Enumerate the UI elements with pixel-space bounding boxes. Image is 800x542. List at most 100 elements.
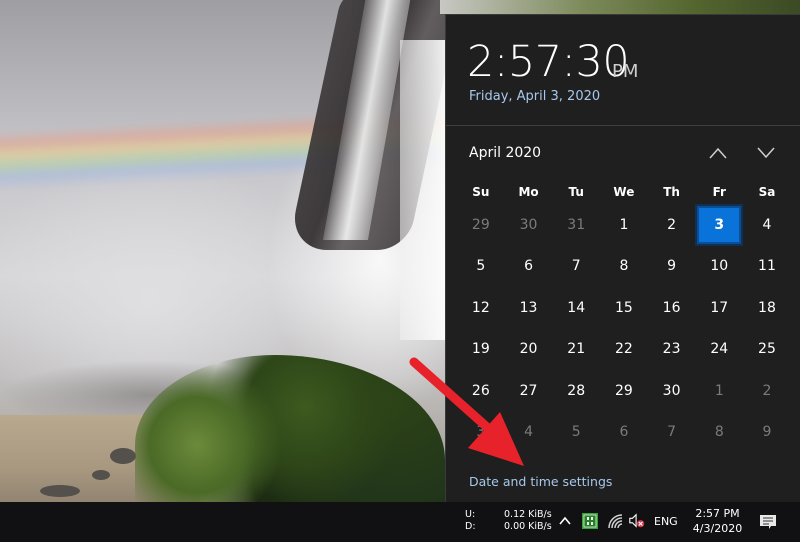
download-label: D:: [465, 521, 476, 532]
calendar-day-number: 11: [758, 258, 776, 275]
calendar-day[interactable]: 15: [600, 287, 648, 329]
download-speed: 0.00 KiB/s: [504, 521, 552, 532]
calendar-day-number: 5: [571, 424, 581, 441]
show-hidden-icons-chevron-icon[interactable]: [558, 514, 572, 528]
calendar-day[interactable]: 29: [457, 204, 505, 246]
date-time-settings-link[interactable]: Date and time settings: [469, 474, 612, 489]
calendar-day[interactable]: 2: [648, 204, 696, 246]
action-center-icon[interactable]: [759, 514, 777, 530]
calendar-day-number: 15: [614, 299, 633, 316]
calendar-day[interactable]: 16: [648, 287, 696, 329]
calendar-day-number: 4: [762, 216, 772, 233]
wallpaper-foliage-top: [440, 0, 800, 14]
calendar-day-number: 25: [758, 341, 776, 358]
upload-speed: 0.12 KiB/s: [504, 509, 552, 520]
calendar-day-number: 3: [695, 203, 744, 246]
calendar-day[interactable]: 30: [505, 204, 553, 246]
calendar-day[interactable]: 24: [695, 329, 743, 371]
calendar-day[interactable]: 10: [695, 246, 743, 288]
calendar-day-number: 3: [476, 424, 486, 441]
weekday-header: Mo: [518, 185, 539, 199]
weekday-header: Fr: [712, 185, 726, 199]
clock-long-date[interactable]: Friday, April 3, 2020: [469, 89, 600, 104]
calendar-day-number: 5: [476, 258, 486, 275]
calendar-day[interactable]: 11: [743, 246, 791, 288]
calendar-day[interactable]: 7: [552, 246, 600, 288]
calendar-day[interactable]: 27: [505, 370, 553, 412]
calendar-day-number: 6: [524, 258, 533, 275]
calendar-header: April 2020: [446, 139, 800, 167]
calendar-day[interactable]: 1: [600, 204, 648, 246]
clock-time: 2:57:30: [467, 37, 630, 87]
chevron-up-icon: [709, 147, 727, 159]
calendar-day-number: 9: [667, 258, 677, 275]
calendar-day-number: 2: [667, 216, 677, 233]
calendar-day[interactable]: 29: [600, 370, 648, 412]
input-language-indicator[interactable]: ENG: [654, 515, 678, 528]
calendar-day[interactable]: 22: [600, 329, 648, 371]
calendar-day[interactable]: 9: [743, 412, 791, 454]
wallpaper-waterfall-mist: [400, 40, 450, 340]
calendar-grid: Su Mo Tu We Th Fr Sa 29 30 31 1 2 3 4 5 6 7 8 9 10 11 12 13 14 1…: [457, 180, 791, 453]
green-app-icon[interactable]: [581, 512, 599, 530]
calendar-day[interactable]: 3: [457, 412, 505, 454]
calendar-day[interactable]: 25: [743, 329, 791, 371]
calendar-day-number: 26: [471, 382, 490, 399]
wallpaper-rock: [92, 470, 110, 480]
calendar-day-number: 16: [662, 299, 681, 316]
weekday-header: Su: [472, 185, 490, 199]
calendar-day[interactable]: 1: [695, 370, 743, 412]
calendar-day-number: 30: [519, 216, 538, 233]
calendar-day[interactable]: 17: [695, 287, 743, 329]
calendar-day[interactable]: 6: [505, 246, 553, 288]
calendar-day[interactable]: 20: [505, 329, 553, 371]
calendar-day[interactable]: 23: [648, 329, 696, 371]
calendar-day[interactable]: 6: [600, 412, 648, 454]
calendar-day[interactable]: 5: [457, 246, 505, 288]
calendar-day[interactable]: 31: [552, 204, 600, 246]
calendar-day-number: 28: [567, 382, 586, 399]
calendar-day-number: 22: [614, 341, 633, 358]
calendar-day[interactable]: 13: [505, 287, 553, 329]
calendar-day[interactable]: 18: [743, 287, 791, 329]
calendar-day-number: 8: [714, 424, 724, 441]
wifi-icon[interactable]: [606, 512, 624, 530]
calendar-day[interactable]: 7: [648, 412, 696, 454]
upload-label: U:: [465, 509, 476, 520]
calendar-day[interactable]: 8: [600, 246, 648, 288]
next-month-button[interactable]: [750, 139, 782, 167]
calendar-day[interactable]: 2: [743, 370, 791, 412]
previous-month-button[interactable]: [702, 139, 734, 167]
calendar-day-today[interactable]: 3: [695, 203, 744, 246]
speaker-muted-icon[interactable]: [628, 512, 646, 530]
weekday-header: Sa: [758, 185, 776, 199]
calendar-day-number: 10: [710, 258, 729, 275]
calendar-day[interactable]: 14: [552, 287, 600, 329]
calendar-day-number: 23: [662, 341, 681, 358]
calendar-day-number: 20: [519, 341, 538, 358]
calendar-day-number: 24: [710, 341, 729, 358]
calendar-day[interactable]: 5: [552, 412, 600, 454]
calendar-day-number: 30: [662, 382, 681, 399]
calendar-day-number: 21: [567, 341, 586, 358]
calendar-day[interactable]: 4: [743, 204, 791, 246]
calendar-day[interactable]: 28: [552, 370, 600, 412]
calendar-day-number: 7: [667, 424, 677, 441]
calendar-day[interactable]: 26: [457, 370, 505, 412]
calendar-day-number: 8: [619, 258, 629, 275]
calendar-day[interactable]: 8: [695, 412, 743, 454]
calendar-day[interactable]: 19: [457, 329, 505, 371]
clock-header: 2:57:30 PM Friday, April 3, 2020: [446, 15, 800, 125]
network-speed-values[interactable]: 0.12 KiB/s 0.00 KiB/s: [504, 509, 552, 533]
calendar-day[interactable]: 4: [505, 412, 553, 454]
calendar-month-label[interactable]: April 2020: [469, 145, 541, 161]
calendar-day[interactable]: 9: [648, 246, 696, 288]
calendar-day-number: 9: [762, 424, 772, 441]
calendar-day-number: 19: [471, 341, 490, 358]
divider: [446, 125, 800, 126]
calendar-day[interactable]: 21: [552, 329, 600, 371]
calendar-day[interactable]: 30: [648, 370, 696, 412]
wallpaper-rock: [40, 485, 80, 497]
taskbar-clock[interactable]: 2:57 PM 4/3/2020: [690, 506, 745, 536]
calendar-day[interactable]: 12: [457, 287, 505, 329]
